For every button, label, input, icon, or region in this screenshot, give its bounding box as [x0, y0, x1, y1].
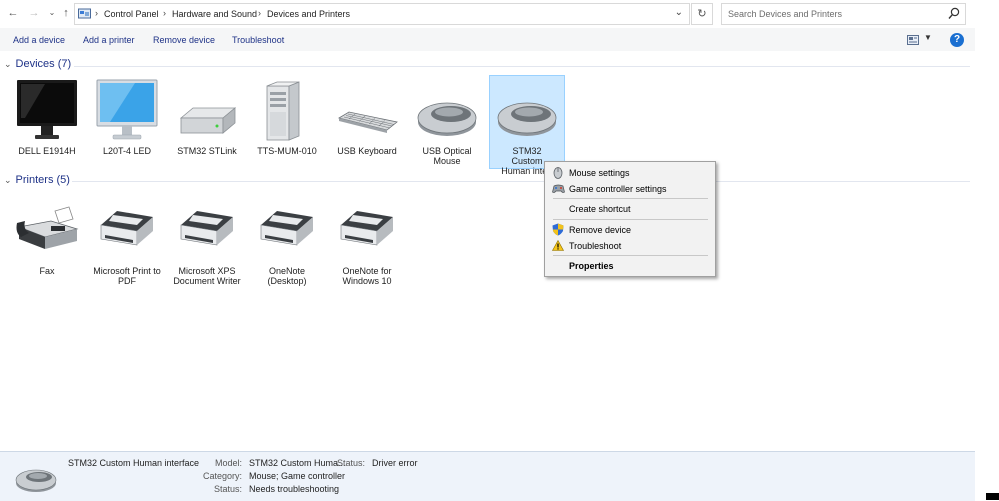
tower-pc-icon — [266, 81, 300, 141]
device-label: USB Keyboard — [337, 146, 397, 156]
menu-separator — [553, 219, 708, 220]
device-label: L20T-4 LED — [102, 146, 152, 156]
refresh-button[interactable]: ↻ — [691, 3, 713, 25]
group-divider — [72, 181, 970, 182]
gamepad-icon — [552, 184, 565, 193]
menu-item-game-controller-settings[interactable]: Game controller settings — [569, 184, 667, 194]
device-usb-optical-mouse[interactable]: USB Optical Mouse — [410, 76, 484, 168]
device-label: USB Optical Mouse — [422, 146, 472, 166]
drive-icon — [179, 107, 237, 134]
breadcrumb[interactable]: › Control Panel › Hardware and Sound › D… — [74, 3, 690, 25]
breadcrumb-separator-icon: › — [258, 8, 261, 18]
address-dropdown-chevron-icon[interactable]: ⌄ — [675, 7, 683, 18]
device-tts-mum-010[interactable]: TTS-MUM-010 — [250, 76, 324, 168]
menu-separator — [553, 255, 708, 256]
printer-onenote-for-windows-10[interactable]: OneNote for Windows 10 — [330, 203, 404, 286]
printer-icon — [100, 211, 153, 246]
devices-group-header[interactable]: ⌄ Devices (7) — [4, 58, 71, 70]
breadcrumb-control-panel[interactable]: Control Panel — [104, 9, 159, 19]
add-printer-button[interactable]: Add a printer — [83, 35, 135, 45]
details-device-name: STM32 Custom Human interface — [68, 458, 200, 468]
help-icon[interactable]: ? — [950, 33, 964, 47]
view-options-dropdown-icon[interactable]: ▼ — [924, 33, 932, 42]
menu-item-mouse-settings[interactable]: Mouse settings — [569, 168, 630, 178]
printer-microsoft-print-to-pdf[interactable]: Microsoft Print to PDF — [90, 203, 164, 286]
collapse-chevron-icon[interactable]: ⌄ — [4, 175, 12, 185]
device-l20t-4-led[interactable]: L20T-4 LED — [90, 76, 164, 168]
details-status-label: Status: — [213, 484, 242, 494]
printers-group-header[interactable]: ⌄ Printers (5) — [4, 174, 70, 186]
details-model-label: Model: — [214, 458, 242, 468]
device-dell-e1914h[interactable]: DELL E1914H — [10, 76, 84, 168]
device-stm32-custom-human-interface[interactable]: STM32 Custom Human interf — [489, 75, 565, 176]
fax-icon — [16, 206, 79, 249]
monitor-blue-icon — [96, 79, 158, 140]
details-category-label: Category: — [202, 471, 242, 481]
screen-edge — [986, 493, 999, 500]
details-status-value: Driver error — [372, 458, 418, 468]
change-view-icon[interactable] — [907, 35, 919, 45]
mouse-icon — [497, 102, 557, 136]
menu-item-remove-device[interactable]: Remove device — [569, 225, 631, 235]
printer-icon — [180, 211, 233, 246]
monitor-black-icon — [17, 80, 77, 139]
address-bar: ← → ⌄ ↑ › Control Panel › Hardware and S… — [0, 0, 975, 27]
control-panel-icon — [78, 8, 91, 19]
recent-chevron-down-icon[interactable]: ⌄ — [45, 6, 59, 20]
details-category-value: Mouse; Game controller — [249, 471, 346, 481]
device-usb-keyboard[interactable]: USB Keyboard — [330, 76, 404, 168]
warning-icon — [552, 240, 564, 251]
printer-label: Fax — [39, 266, 55, 276]
details-status-value: Needs troubleshooting — [249, 484, 340, 494]
search-icon[interactable] — [948, 7, 960, 20]
printer-microsoft-xps-document-writer[interactable]: Microsoft XPS Document Writer — [170, 203, 244, 286]
troubleshoot-button[interactable]: Troubleshoot — [232, 35, 284, 45]
devices-group-title: Devices (7) — [15, 58, 72, 70]
printers-group-title: Printers (5) — [15, 174, 70, 186]
add-device-button[interactable]: Add a device — [13, 35, 65, 45]
search-placeholder: Search Devices and Printers — [728, 9, 843, 19]
device-stm32-stlink[interactable]: STM32 STLink — [170, 76, 244, 168]
breadcrumb-separator-icon: › — [95, 8, 98, 18]
printer-label: OneNote for Windows 10 — [342, 266, 392, 286]
details-pane: STM32 Custom Human interface Model: STM3… — [0, 451, 975, 501]
breadcrumb-devices-and-printers[interactable]: Devices and Printers — [267, 9, 350, 19]
menu-item-properties[interactable]: Properties — [569, 261, 614, 271]
details-status-label: Status: — [336, 458, 365, 468]
device-label: STM32 STLink — [177, 146, 237, 156]
printer-fax[interactable]: Fax — [10, 203, 84, 283]
context-menu: Mouse settings Game controller settings … — [544, 161, 716, 277]
search-input[interactable]: Search Devices and Printers — [721, 3, 966, 25]
mouse-small-icon — [553, 167, 563, 179]
printer-label: Microsoft XPS Document Writer — [173, 266, 241, 286]
printer-icon — [260, 211, 313, 246]
forward-arrow-icon[interactable]: → — [27, 6, 41, 20]
breadcrumb-hardware-and-sound[interactable]: Hardware and Sound — [172, 9, 257, 19]
mouse-icon — [417, 102, 477, 136]
mouse-icon — [15, 469, 57, 492]
menu-item-troubleshoot[interactable]: Troubleshoot — [569, 241, 621, 251]
keyboard-icon — [337, 111, 398, 133]
back-arrow-icon[interactable]: ← — [6, 6, 20, 20]
printer-onenote-desktop[interactable]: OneNote (Desktop) — [250, 203, 324, 286]
command-bar: Add a device Add a printer Remove device… — [0, 28, 975, 51]
breadcrumb-separator-icon: › — [163, 8, 166, 18]
up-arrow-icon[interactable]: ↑ — [59, 6, 73, 20]
group-divider — [74, 66, 970, 67]
menu-item-create-shortcut[interactable]: Create shortcut — [569, 204, 631, 214]
refresh-icon: ↻ — [697, 8, 707, 20]
uac-shield-icon — [552, 223, 564, 236]
menu-separator — [553, 198, 708, 199]
printer-icon — [340, 211, 393, 246]
device-label: TTS-MUM-010 — [257, 146, 317, 156]
device-label: DELL E1914H — [18, 146, 76, 156]
collapse-chevron-icon[interactable]: ⌄ — [4, 59, 12, 69]
printer-label: Microsoft Print to PDF — [93, 266, 161, 286]
remove-device-button[interactable]: Remove device — [153, 35, 215, 45]
printer-label: OneNote (Desktop) — [267, 266, 307, 286]
